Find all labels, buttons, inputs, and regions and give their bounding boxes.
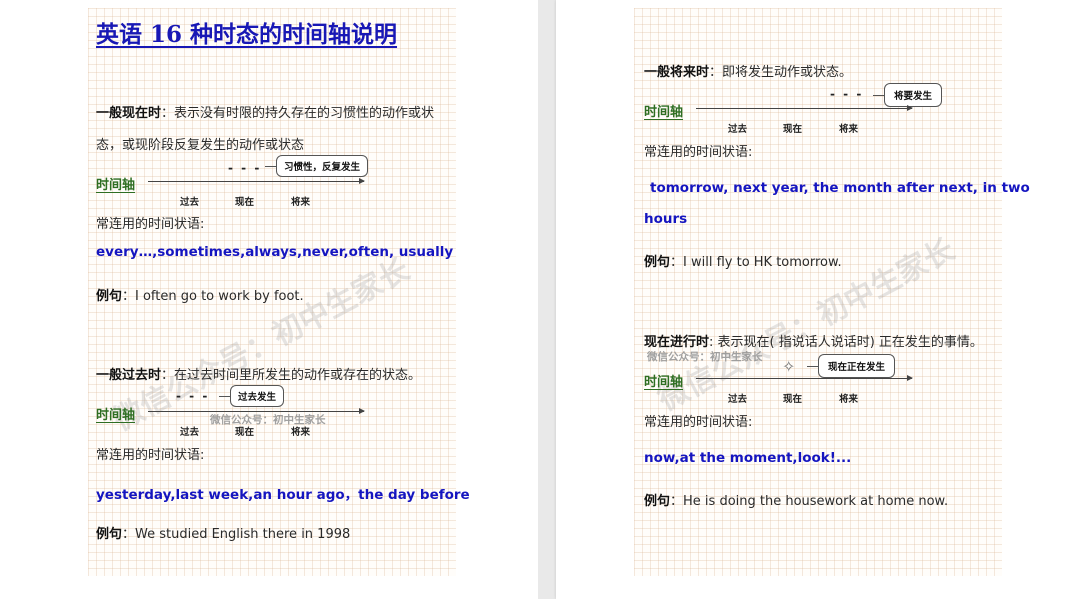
simple-past-desc: 一般过去时：在过去时间里所发生的动作或存在的状态。 <box>96 364 421 383</box>
present-progressive-watermark: 微信公众号：初中生家长 <box>647 351 763 363</box>
simple-future-axis-label: 时间轴 <box>644 105 684 120</box>
present-progressive-example-label: 例句 <box>644 494 671 509</box>
simple-past-adverbials-label: 常连用的时间状语: <box>96 448 205 463</box>
simple-present-adverbials-label: 常连用的时间状语: <box>96 217 205 232</box>
simple-present-axis-line <box>148 178 365 184</box>
simple-future-tick-now: 现在 <box>783 124 803 135</box>
simple-past-example-label: 例句 <box>96 527 123 542</box>
simple-future-example-label: 例句 <box>644 255 671 270</box>
simple-past-axis-label: 时间轴 <box>96 408 136 423</box>
simple-present-heading: 一般现在时 <box>96 106 162 121</box>
simple-past-example-text: ：We studied English there in 1998 <box>122 527 351 542</box>
present-progressive-adverbials-label: 常连用的时间状语: <box>644 415 753 430</box>
simple-past-bubble-text: 过去发生 <box>238 392 277 403</box>
simple-present-bubble-text: 习惯性，反复发生 <box>284 162 361 173</box>
simple-future-adverbials-line2: hours <box>644 211 688 227</box>
simple-present-adverbials: every…,sometimes,always,never,often, usu… <box>96 244 454 260</box>
present-progressive-desc-text: : 表示现在( 指说话人说话时) 正在发生的事情。 <box>709 335 983 350</box>
simple-future-example-text: ：I will fly to HK tomorrow. <box>670 255 842 270</box>
simple-present-axis-label: 时间轴 <box>96 178 136 193</box>
simple-present-desc-line2: 态，或现阶段反复发生的动作或状态 <box>96 138 305 153</box>
simple-past-adverbials: yesterday,last week,an hour ago，the day … <box>96 487 470 503</box>
simple-present-tick-future: 将来 <box>291 197 311 208</box>
simple-past-dash: - - - <box>176 389 210 403</box>
simple-past-desc-text: ：在过去时间里所发生的动作或存在的状态。 <box>161 368 422 383</box>
simple-future-example: 例句：I will fly to HK tomorrow. <box>644 251 842 270</box>
simple-past-tick-now: 现在 <box>235 427 255 438</box>
present-progressive-bubble-text: 现在正在发生 <box>828 362 886 373</box>
simple-future-heading: 一般将来时 <box>644 65 710 80</box>
present-progressive-tick-future: 将来 <box>839 394 859 405</box>
simple-future-adverbials-label: 常连用的时间状语: <box>644 145 753 160</box>
simple-past-example: 例句：We studied English there in 1998 <box>96 523 350 542</box>
simple-future-bubble: 将要发生 <box>873 83 943 107</box>
simple-past-heading: 一般过去时 <box>96 368 162 383</box>
present-progressive-axis-label: 时间轴 <box>644 375 684 390</box>
present-progressive-example-text: ：He is doing the housework at home now. <box>670 494 949 509</box>
present-progressive-example: 例句：He is doing the housework at home now… <box>644 490 948 509</box>
present-progressive-tick-past: 过去 <box>728 394 748 405</box>
present-progressive-tick-now: 现在 <box>783 394 803 405</box>
simple-past-bubble: 过去发生 <box>219 385 285 407</box>
simple-future-tick-future: 将来 <box>839 124 859 135</box>
simple-present-tick-past: 过去 <box>180 197 200 208</box>
present-progressive-heading: 现在进行时 <box>644 335 710 350</box>
simple-future-adverbials-line1: tomorrow, next year, the month after nex… <box>650 180 1030 196</box>
present-progressive-adverbials: now,at the moment,look!... <box>644 450 852 466</box>
simple-present-bubble: 习惯性，反复发生 <box>265 155 369 177</box>
simple-future-tick-past: 过去 <box>728 124 748 135</box>
simple-present-example: 例句：I often go to work by foot. <box>96 285 304 304</box>
simple-past-tick-future: 将来 <box>291 427 311 438</box>
simple-future-axis-line <box>696 105 913 111</box>
simple-past-tick-past: 过去 <box>180 427 200 438</box>
simple-present-dash: - - - <box>228 161 262 175</box>
simple-future-dash: - - - <box>830 87 864 101</box>
simple-present-example-label: 例句 <box>96 289 123 304</box>
simple-future-desc: 一般将来时：即将发生动作或状态。 <box>644 61 852 80</box>
star-marker-icon: ✧ <box>782 357 796 376</box>
page-title: 英语 16 种时态的时间轴说明 <box>96 21 398 48</box>
simple-future-bubble-text: 将要发生 <box>894 91 933 102</box>
simple-future-desc-text: ：即将发生动作或状态。 <box>709 65 853 80</box>
simple-present-tick-now: 现在 <box>235 197 255 208</box>
simple-present-example-text: ：I often go to work by foot. <box>122 289 304 304</box>
page-gutter <box>538 0 556 599</box>
simple-present-desc-1: ：表示没有时限的持久存在的习惯性的动作或状 <box>161 106 435 121</box>
present-progressive-desc: 现在进行时: 表示现在( 指说话人说话时) 正在发生的事情。 <box>644 331 983 350</box>
present-progressive-bubble: 现在正在发生 <box>807 354 896 378</box>
present-progressive-axis-line <box>696 375 913 381</box>
simple-present-desc-line1: 一般现在时：表示没有时限的持久存在的习惯性的动作或状 <box>96 102 434 121</box>
